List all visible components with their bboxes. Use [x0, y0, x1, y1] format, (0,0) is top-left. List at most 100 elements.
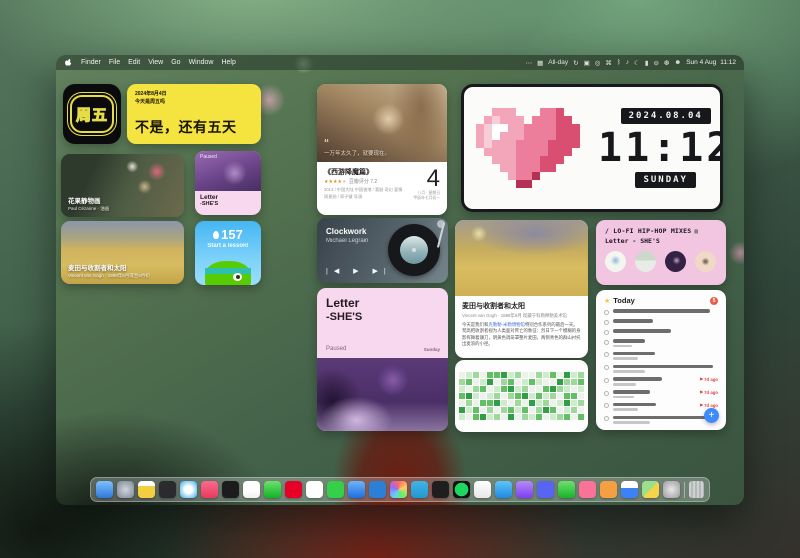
vangogh-large-art-widget[interactable]: 麦田与收割者和太阳 Vincent van Gogh · 1889年9月 现藏于… — [455, 220, 588, 358]
dock-app-icon[interactable] — [600, 481, 617, 498]
dock-app-icon[interactable] — [453, 481, 470, 498]
clockwork-player-widget[interactable]: Clockwork Michael Legrain |◀ ▶ ▶| — [317, 218, 448, 283]
dock-app-icon[interactable] — [495, 481, 512, 498]
trash-icon[interactable] — [689, 481, 704, 498]
playback-status: Paused — [200, 154, 217, 160]
status-icon[interactable]: All-day — [548, 59, 568, 66]
dock-app-icon[interactable] — [369, 481, 386, 498]
status-icon[interactable]: ▮ — [645, 59, 649, 67]
status-icon[interactable]: ☾ — [634, 59, 640, 67]
status-icon[interactable]: ⋯ — [526, 59, 533, 67]
music-paused-widget[interactable]: Paused Letter -SHE'S — [195, 151, 261, 215]
dock-app-icon[interactable] — [516, 481, 533, 498]
menu-item[interactable]: Window — [189, 59, 214, 66]
todo-item[interactable]: ⚑ 7d ago — [604, 403, 718, 411]
todo-item[interactable] — [604, 352, 718, 360]
dock-app-icon[interactable] — [327, 481, 344, 498]
sticker[interactable] — [695, 251, 716, 272]
status-icon[interactable]: ▣ — [584, 59, 590, 67]
habit-grid-widget[interactable] — [455, 360, 588, 432]
dock-app-icon[interactable] — [117, 481, 134, 498]
dock-app-icon[interactable] — [621, 481, 638, 498]
checkbox[interactable] — [604, 403, 609, 408]
todo-item[interactable] — [604, 329, 718, 335]
menu-clock[interactable]: Sun 4 Aug 11:12 — [686, 59, 736, 66]
todo-item[interactable] — [604, 416, 718, 424]
dock-app-icon[interactable] — [579, 481, 596, 498]
dock-app-icon[interactable] — [306, 481, 323, 498]
checkbox[interactable] — [604, 391, 609, 396]
todo-item[interactable]: ⚑ 7d ago — [604, 377, 718, 385]
status-icon[interactable]: ♪ — [626, 59, 629, 66]
status-icon[interactable]: ↻ — [573, 59, 578, 67]
dock-app-icon[interactable] — [180, 481, 197, 498]
dock-app-icon[interactable] — [201, 481, 218, 498]
dock-app-icon[interactable] — [537, 481, 554, 498]
friday-date: 2024年8月4日 — [135, 90, 253, 97]
movie-calendar-widget[interactable]: “ 一万年太久了，就要现在。 《西游降魔篇》 ★★★★★ 豆瓣评分 7.2 20… — [317, 84, 447, 215]
todo-item[interactable] — [604, 339, 718, 347]
menu-item[interactable]: Help — [221, 59, 235, 66]
letter-player-widget[interactable]: Letter -SHE'S Paused Sunday — [317, 288, 448, 431]
status-icon[interactable]: ⊖ — [653, 59, 658, 67]
checkbox[interactable] — [604, 365, 609, 370]
todo-item[interactable]: ⚑ 7d ago — [604, 390, 718, 398]
menu-item[interactable]: Finder — [81, 59, 101, 66]
lofi-playlist-widget[interactable]: / LO-FI HIP-HOP MIXES ▦ Letter - SHE'S — [596, 220, 726, 285]
checkbox[interactable] — [604, 320, 609, 325]
checkbox[interactable] — [604, 378, 609, 383]
status-icon[interactable]: ❆ — [664, 59, 669, 67]
dock-app-icon[interactable] — [348, 481, 365, 498]
dock-app-icon[interactable] — [159, 481, 176, 498]
todo-item[interactable] — [604, 319, 718, 325]
friday-app-icon[interactable]: 周五 — [63, 84, 121, 144]
checkbox[interactable] — [604, 310, 609, 315]
checkbox[interactable] — [604, 352, 609, 357]
status-icon[interactable]: ᛒ — [617, 59, 621, 66]
museum-link[interactable]: 克勒勒-米勒博物馆 — [488, 322, 525, 327]
dock-app-icon[interactable] — [96, 481, 113, 498]
menu-item[interactable]: File — [109, 59, 120, 66]
friday-icon-glyph: 周五 — [76, 104, 108, 125]
track-artist: -SHE'S — [326, 311, 439, 323]
pixel-heart-clock-widget[interactable]: 2024.08.04 11:12 SUNDAY — [461, 84, 723, 212]
sticker[interactable] — [665, 251, 686, 272]
sticker[interactable] — [635, 251, 656, 272]
checkbox[interactable] — [604, 340, 609, 345]
add-reminder-button[interactable]: + — [704, 408, 719, 423]
status-icon[interactable]: ◎ — [595, 59, 601, 67]
previous-track-button[interactable]: |◀ — [326, 268, 345, 275]
dock-app-icon[interactable] — [390, 481, 407, 498]
checkbox[interactable] — [604, 416, 609, 421]
dock-app-icon[interactable] — [222, 481, 239, 498]
dock-app-icon[interactable] — [285, 481, 302, 498]
status-icon[interactable]: ☻ — [674, 59, 681, 66]
overdue-flag: ⚑ 7d ago — [699, 390, 718, 396]
sticker[interactable] — [605, 251, 626, 272]
menu-item[interactable]: Go — [171, 59, 180, 66]
today-reminders-widget[interactable]: ★ Today 5 — [596, 290, 726, 430]
checkbox[interactable] — [604, 330, 609, 335]
dock-app-icon[interactable] — [411, 481, 428, 498]
todo-item[interactable] — [604, 309, 718, 315]
status-icon[interactable]: ▦ — [537, 59, 543, 67]
dock-app-icon[interactable] — [243, 481, 260, 498]
apple-logo-icon[interactable] — [64, 58, 73, 67]
dock-app-icon[interactable] — [558, 481, 575, 498]
play-button[interactable]: ▶ — [353, 268, 364, 275]
dock-app-icon[interactable] — [474, 481, 491, 498]
dock-app-icon[interactable] — [663, 481, 680, 498]
todo-item[interactable] — [604, 365, 718, 373]
duolingo-streak-widget[interactable]: 157 Start a lesson! — [195, 221, 261, 285]
dock-app-icon[interactable] — [432, 481, 449, 498]
status-icon[interactable]: ⌘ — [605, 59, 612, 67]
vangogh-small-art-widget[interactable]: 麦田与收割者和太阳 Vincent van Gogh · 1889年6月或至9月… — [61, 221, 184, 284]
cezanne-art-widget[interactable]: 花果静物画 Paul Cézanne · 油画 — [61, 154, 184, 217]
menu-item[interactable]: View — [148, 59, 163, 66]
dock-app-icon[interactable] — [264, 481, 281, 498]
dock-app-icon[interactable] — [642, 481, 659, 498]
dock-app-icon[interactable] — [138, 481, 155, 498]
menu-item[interactable]: Edit — [128, 59, 140, 66]
next-track-button[interactable]: ▶| — [373, 268, 392, 275]
friday-countdown-widget[interactable]: 2024年8月4日 今天是周五吗 不是，还有五天 — [127, 84, 261, 144]
